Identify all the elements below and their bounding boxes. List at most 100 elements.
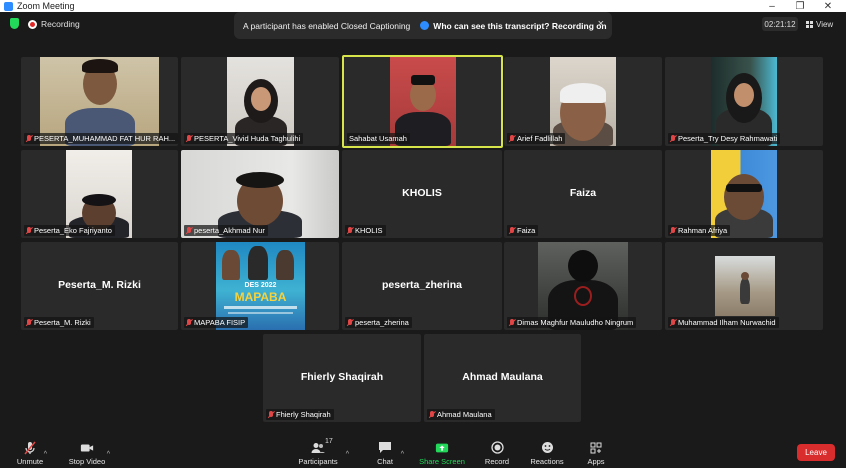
window-title: Zoom Meeting — [17, 1, 75, 11]
participant-tile[interactable]: Arief Fadlillah — [504, 57, 662, 146]
participant-name: PESERTA_Vivid Huda Taghulihi — [184, 133, 304, 144]
participants-count: 17 — [325, 438, 333, 445]
banner-text: A participant has enabled Closed Caption… — [243, 20, 411, 31]
participants-icon: 17 ^ — [311, 438, 349, 458]
participant-name: Ahmad Maulana — [427, 409, 495, 420]
participant-tile[interactable]: Peserta_M. Rizki Peserta_M. Rizki — [21, 242, 178, 330]
apps-button[interactable]: Apps — [586, 433, 606, 468]
participant-tile[interactable]: Ahmad Maulana Ahmad Maulana — [424, 334, 581, 422]
transcript-info-link[interactable]: Who can see this transcript? Recording o… — [420, 20, 607, 31]
participant-name: Rahman Afriya — [668, 225, 731, 236]
muted-mic-icon — [347, 318, 353, 327]
participants-label: Participants — [298, 457, 338, 466]
poster-title: MAPABA — [234, 290, 287, 304]
chat-button[interactable]: ^ Chat — [374, 433, 404, 468]
participant-name: Sahabat Usamah — [347, 133, 410, 144]
participant-tile[interactable]: PESERTA_Vivid Huda Taghulihi — [181, 57, 339, 146]
recording-label: Recording — [41, 19, 80, 29]
muted-mic-icon — [347, 226, 353, 235]
participant-name: Dimas Maghfur Mauludho Ningrum — [507, 317, 637, 328]
participant-tile[interactable]: Muhammad Ilham Nurwachid — [665, 242, 823, 330]
participant-name: MAPABA FISIP — [184, 317, 249, 328]
participant-name: Peserta_Eko Fajriyanto — [24, 225, 115, 236]
chat-options-caret[interactable]: ^ — [401, 451, 404, 458]
restore-icon[interactable]: ❐ — [786, 0, 814, 12]
unmute-options-caret[interactable]: ^ — [44, 451, 47, 458]
participant-name: Faiza — [507, 225, 539, 236]
leave-button[interactable]: Leave — [797, 444, 835, 461]
participant-display-name: Peserta_M. Rizki — [58, 278, 141, 291]
muted-mic-icon — [509, 226, 515, 235]
participant-tile[interactable]: Faiza Faiza — [504, 150, 662, 238]
reactions-button[interactable]: Reactions — [530, 433, 564, 468]
muted-mic-icon — [509, 134, 515, 143]
view-label: View — [816, 19, 834, 29]
participant-tile[interactable]: peserta_Akhmad Nur — [181, 150, 339, 238]
muted-mic-icon — [186, 226, 192, 235]
participant-display-name: peserta_zherina — [382, 278, 462, 291]
record-button[interactable]: Record — [484, 433, 510, 468]
participant-tile[interactable]: Peserta_Try Desy Rahmawati — [665, 57, 823, 146]
poster-date: DES 2022 — [244, 282, 277, 289]
participant-name: peserta_zherina — [345, 317, 412, 328]
participant-tile[interactable]: Fhierly Shaqirah Fhierly Shaqirah — [263, 334, 421, 422]
share-screen-icon — [435, 441, 449, 454]
participant-display-name: Ahmad Maulana — [462, 370, 543, 383]
participants-options-caret[interactable]: ^ — [346, 451, 349, 458]
participant-tile[interactable]: Rahman Afriya — [665, 150, 823, 238]
record-dot-icon — [28, 19, 37, 29]
view-button[interactable]: View — [806, 17, 833, 31]
transcript-info-text: Who can see this transcript? Recording o… — [433, 20, 607, 31]
muted-mic-icon — [268, 410, 274, 419]
meeting-timer: 02:21:12 — [762, 17, 798, 31]
closed-caption-banner: A participant has enabled Closed Caption… — [234, 12, 612, 39]
muted-mic-icon — [509, 318, 515, 327]
video-options-caret[interactable]: ^ — [107, 451, 110, 458]
video-camera-icon: ^ — [80, 441, 110, 458]
record-label: Record — [484, 457, 510, 466]
person-info-icon — [420, 21, 430, 30]
participant-display-name: Faiza — [569, 186, 597, 199]
participant-name: peserta_Akhmad Nur — [184, 225, 268, 236]
participant-name: Peserta_Try Desy Rahmawati — [668, 133, 781, 144]
minimize-icon[interactable]: – — [758, 0, 786, 12]
participant-name: Muhammad Ilham Nurwachid — [668, 317, 779, 328]
unmute-button[interactable]: ^ Unmute — [14, 433, 47, 468]
muted-mic-icon — [26, 226, 32, 235]
apps-icon — [589, 441, 603, 454]
close-icon[interactable]: ✕ — [814, 0, 842, 12]
muted-microphone-icon: ^ — [23, 441, 47, 458]
muted-mic-icon — [429, 410, 435, 419]
participant-tile[interactable]: PESERTA_MUHAMMAD FAT HUR RAH... — [21, 57, 178, 146]
participants-button[interactable]: 17 ^ Participants — [296, 433, 349, 468]
muted-mic-icon — [670, 134, 676, 143]
share-screen-button[interactable]: Share Screen — [419, 433, 465, 468]
stop-video-label: Stop Video — [68, 457, 106, 466]
muted-mic-icon — [26, 134, 32, 143]
active-speaker-tile[interactable]: Sahabat Usamah — [342, 55, 503, 148]
unmute-label: Unmute — [16, 457, 44, 466]
muted-mic-icon — [186, 318, 192, 327]
reactions-label: Reactions — [530, 457, 564, 466]
participant-name: KHOLIS — [345, 225, 386, 236]
participant-name: PESERTA_MUHAMMAD FAT HUR RAH... — [24, 133, 178, 144]
participant-name: Arief Fadlillah — [507, 133, 566, 144]
participant-name: Fhierly Shaqirah — [266, 409, 334, 420]
zoom-logo-icon — [4, 1, 13, 11]
participant-tile[interactable]: Dimas Maghfur Mauludho Ningrum — [504, 242, 662, 330]
participant-tile[interactable]: KHOLIS KHOLIS — [342, 150, 502, 238]
participant-tile[interactable]: DES 2022 MAPABA MAPABA FISIP — [181, 242, 339, 330]
stop-video-button[interactable]: ^ Stop Video — [66, 433, 110, 468]
recording-indicator[interactable]: Recording — [28, 17, 80, 31]
title-bar: Zoom Meeting – ❐ ✕ — [0, 0, 846, 12]
participant-tile[interactable]: Peserta_Eko Fajriyanto — [21, 150, 178, 238]
participant-tile[interactable]: peserta_zherina peserta_zherina — [342, 242, 502, 330]
muted-mic-icon — [186, 134, 192, 143]
participant-name: Peserta_M. Rizki — [24, 317, 94, 328]
share-screen-label: Share Screen — [419, 457, 465, 466]
record-icon — [490, 441, 504, 454]
apps-label: Apps — [587, 457, 605, 466]
chat-bubble-icon: ^ — [378, 441, 404, 458]
banner-close-icon[interactable]: × — [598, 18, 604, 30]
security-shield-icon[interactable] — [10, 18, 19, 29]
